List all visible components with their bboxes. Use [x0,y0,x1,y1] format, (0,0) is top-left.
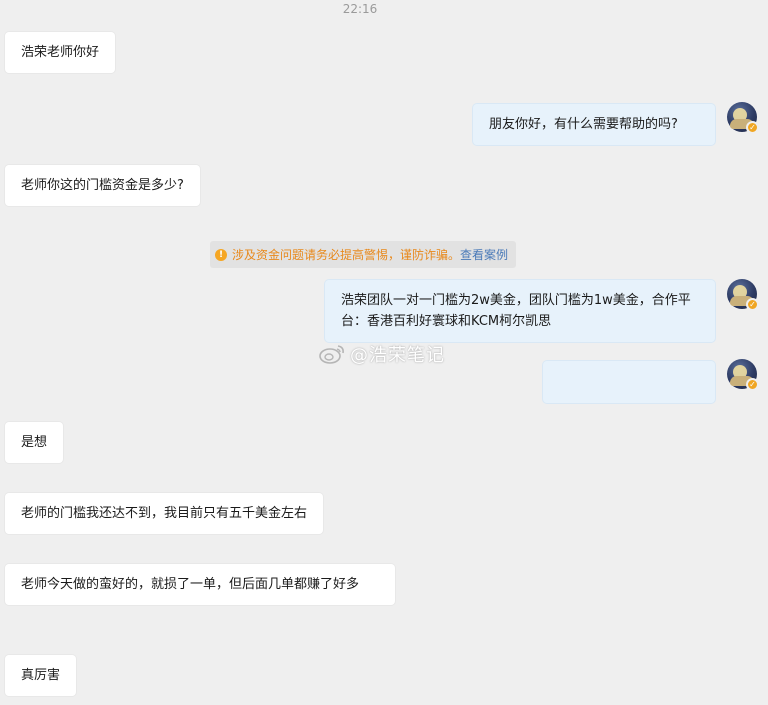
fraud-warning-notice: ! 涉及资金问题请务必提高警惕，谨防诈骗。 查看案例 [210,241,517,268]
message-text: 浩荣老师你好 [21,45,100,60]
verified-badge-icon: ✓ [746,378,759,391]
message-bubble-incoming: 老师你这的门槛资金是多少? [5,165,200,206]
message-bubble-incoming: 真厉害 [5,655,77,696]
verified-badge-icon: ✓ [746,298,759,311]
message-bubble-incoming: 是想 [5,422,64,463]
message-text: 真厉害 [21,668,61,683]
verified-badge-icon: ✓ [746,121,759,134]
message-bubble-outgoing: 浩荣团队一对一门槛为2w美金，团队门槛为1w美金，合作平台：香港百利好寰球和KC… [325,280,715,342]
user-avatar[interactable]: ✓ [727,359,759,391]
warning-icon: ! [215,248,227,261]
view-cases-link[interactable]: 查看案例 [460,246,508,263]
message-text: 朋友你好，有什么需要帮助的吗? [489,117,678,132]
message-text: 老师今天做的蛮好的，就损了一单，但后面几单都赚了好多 [21,577,360,592]
user-avatar[interactable]: ✓ [727,102,759,134]
weibo-watermark: @浩荣笔记 [318,341,445,367]
message-bubble-incoming: 老师的门槛我还达不到，我目前只有五千美金左右 [5,493,324,534]
message-bubble-incoming: 浩荣老师你好 [5,32,116,73]
message-text: 老师你这的门槛资金是多少? [21,178,184,193]
message-text: 是想 [21,435,48,450]
message-text: 老师的门槛我还达不到，我目前只有五千美金左右 [21,506,308,521]
fraud-warning-text: 涉及资金问题请务必提高警惕，谨防诈骗。 [232,248,461,262]
user-avatar[interactable]: ✓ [727,279,759,311]
watermark-text: @浩荣笔记 [350,345,445,366]
message-bubble-outgoing [543,361,715,403]
message-text: 浩荣团队一对一门槛为2w美金，团队门槛为1w美金，合作平台：香港百利好寰球和KC… [341,293,691,329]
timestamp: 22:16 [342,2,378,16]
weibo-icon [319,345,344,364]
message-bubble-outgoing: 朋友你好，有什么需要帮助的吗? [473,104,715,145]
message-bubble-incoming: 老师今天做的蛮好的，就损了一单，但后面几单都赚了好多 [5,564,395,605]
